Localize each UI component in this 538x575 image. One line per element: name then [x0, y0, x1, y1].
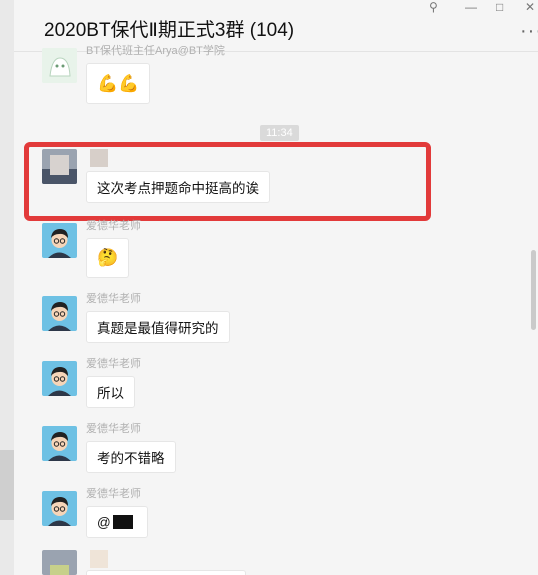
teacher-avatar[interactable] — [42, 296, 77, 331]
message-bubble[interactable]: 💪💪 — [86, 63, 151, 104]
teacher-avatar[interactable] — [42, 426, 77, 461]
thinking-face-emoji: 🤔 — [97, 248, 119, 267]
mention-text: @ — [97, 514, 111, 530]
sender-name: 爱德华老师 — [86, 358, 141, 370]
left-panel-edge — [0, 0, 14, 575]
redacted-name — [90, 550, 108, 568]
teacher-avatar[interactable] — [42, 361, 77, 396]
flexed-biceps-emoji: 💪💪 — [97, 73, 140, 93]
chat-title: 2020BT保代Ⅱ期正式3群 (104) — [44, 20, 295, 41]
teacher-avatar[interactable] — [42, 223, 77, 258]
message-bubble[interactable]: @ — [86, 506, 148, 538]
teacher-avatar[interactable] — [42, 491, 77, 526]
highlight-annotation — [24, 142, 431, 221]
maximize-icon[interactable]: □ — [496, 0, 503, 14]
chat-window: 2020BT保代Ⅱ期正式3群 (104) ⚲ — □ ✕ ··· BT保代班主任… — [0, 0, 538, 575]
sender-name: 爱德华老师 — [86, 423, 141, 435]
message-bubble[interactable] — [86, 570, 246, 575]
message-bubble[interactable]: 🤔 — [86, 238, 130, 278]
minimize-icon[interactable]: — — [465, 0, 477, 14]
more-options-icon[interactable]: ··· — [520, 20, 538, 43]
sender-name: BT保代班主任Arya@BT学院 — [86, 45, 225, 57]
sender-name: 爱德华老师 — [86, 488, 141, 500]
sender-name: 爱德华老师 — [86, 293, 141, 305]
message-bubble[interactable]: 真题是最值得研究的 — [86, 311, 230, 343]
avatar[interactable] — [42, 48, 77, 83]
message-bubble[interactable]: 考的不错略 — [86, 441, 176, 473]
redacted-mention — [112, 515, 133, 529]
scrollbar-thumb[interactable] — [531, 250, 536, 330]
close-icon[interactable]: ✕ — [525, 0, 535, 14]
message-bubble[interactable]: 所以 — [86, 376, 135, 408]
timestamp: 11:34 — [260, 125, 299, 141]
pin-icon[interactable]: ⚲ — [429, 0, 438, 14]
avatar[interactable] — [42, 550, 77, 575]
sender-name: 爱德华老师 — [86, 220, 141, 232]
